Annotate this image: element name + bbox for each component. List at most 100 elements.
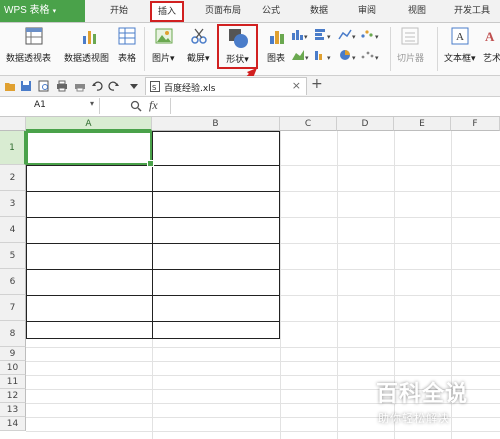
formula-input[interactable] [170, 98, 500, 114]
screenshot-button[interactable] [186, 27, 212, 48]
ribbon-separator [437, 27, 438, 71]
print-setup-icon[interactable] [74, 80, 86, 92]
tab-data[interactable]: 数据 [302, 0, 336, 22]
file-tab-name: 百度经验.xls [164, 84, 216, 94]
column-header-a[interactable]: A [26, 117, 152, 131]
shapes-label: 形状▾ [219, 52, 256, 65]
svg-text:▾: ▾ [375, 33, 379, 41]
row-header-6[interactable]: 6 [0, 269, 26, 295]
row-header-9[interactable]: 9 [0, 347, 26, 361]
svg-text:▾: ▾ [327, 33, 331, 41]
row-header-1[interactable]: 1 [0, 131, 26, 165]
table-border [27, 321, 279, 322]
column-header-f[interactable]: F [451, 117, 500, 131]
close-tab-icon[interactable]: × [292, 79, 301, 92]
svg-text:▾: ▾ [352, 33, 356, 41]
customize-dropdown-icon[interactable] [128, 80, 140, 92]
tab-review[interactable]: 审阅 [350, 0, 384, 22]
area-chart-icon: ▾ [292, 50, 309, 62]
row-header-2[interactable]: 2 [0, 165, 26, 191]
pivot-table-label: 数据透视表 [6, 54, 52, 64]
row-header-11[interactable]: 11 [0, 375, 26, 389]
shapes-label-text: 形状 [226, 55, 245, 65]
pivot-table-button[interactable] [6, 27, 62, 48]
row-header-13[interactable]: 13 [0, 403, 26, 417]
fill-handle[interactable] [147, 160, 154, 167]
row-header-12[interactable]: 12 [0, 389, 26, 403]
picture-button[interactable] [153, 27, 175, 48]
row-header-7[interactable]: 7 [0, 295, 26, 321]
chart-button[interactable] [266, 27, 288, 48]
slicer-icon [401, 27, 419, 45]
tab-page-layout[interactable]: 页面布局 [194, 0, 252, 22]
column-header-c[interactable]: C [280, 117, 337, 131]
ribbon-separator [390, 27, 391, 71]
column-header-b[interactable]: B [152, 117, 280, 131]
tab-insert[interactable]: 插入 [150, 1, 184, 22]
textbox-icon: A [451, 27, 469, 45]
textbox-label-text: 文本框 [444, 54, 472, 64]
svg-text:A: A [456, 31, 464, 43]
watermark: 百科全说 助你轻松解决 [366, 370, 500, 439]
select-all-corner[interactable] [0, 117, 26, 131]
new-tab-icon[interactable]: + [311, 76, 323, 92]
open-folder-icon[interactable] [4, 80, 16, 92]
table-button[interactable] [117, 27, 137, 48]
row-header-14[interactable]: 14 [0, 417, 26, 431]
table-label: 表格 [118, 54, 137, 64]
row-header-4[interactable]: 4 [0, 217, 26, 243]
slicer-button[interactable] [399, 27, 421, 48]
table-border [27, 191, 279, 192]
cell-reference: A1 [34, 100, 46, 110]
screenshot-label: 截屏▾ [187, 51, 210, 64]
name-box[interactable]: A1 ▾ [0, 98, 100, 114]
textbox-button[interactable]: A [449, 27, 471, 48]
app-menu-button[interactable]: WPS 表格 ▾ [0, 0, 85, 22]
svg-text:S: S [152, 84, 157, 92]
print-icon[interactable] [56, 80, 68, 92]
art-text-button[interactable]: A [484, 27, 500, 48]
screenshot-label-text: 截屏 [187, 54, 206, 64]
gridline [337, 131, 338, 439]
svg-text:▾: ▾ [375, 54, 379, 62]
tab-home[interactable]: 开始 [102, 0, 136, 22]
table-icon [118, 27, 136, 45]
table-border [27, 269, 279, 270]
column-header-d[interactable]: D [337, 117, 394, 131]
save-icon[interactable] [20, 80, 32, 92]
bar-chart-icon: ▾ [315, 29, 331, 41]
svg-text:▾: ▾ [304, 33, 308, 41]
gridline [26, 361, 500, 362]
row-header-8[interactable]: 8 [0, 321, 26, 347]
pivot-table-icon [25, 27, 43, 45]
redo-icon[interactable] [108, 80, 120, 92]
function-icon[interactable]: fx [149, 98, 158, 113]
line-chart-icon: ▾ [338, 29, 356, 41]
tab-developer[interactable]: 开发工具 [444, 0, 500, 22]
print-preview-icon[interactable] [38, 80, 50, 92]
caret-down-icon: ▾ [471, 54, 476, 64]
art-text-label: 艺术 [483, 54, 500, 64]
spreadsheet-file-icon: S [150, 81, 160, 92]
file-tab[interactable]: S 百度经验.xls × [145, 77, 307, 95]
active-cell-a1[interactable] [26, 131, 154, 167]
menu-tab-bar: WPS 表格 ▾ 开始 插入 页面布局 公式 数据 审阅 视图 开发工具 [0, 0, 500, 23]
zoom-search-icon[interactable] [130, 100, 142, 112]
undo-icon[interactable] [91, 80, 103, 92]
row-header-10[interactable]: 10 [0, 361, 26, 375]
ribbon-separator [144, 27, 145, 71]
pie-chart-icon: ▾ [340, 50, 356, 62]
row-header-3[interactable]: 3 [0, 191, 26, 217]
row-header-5[interactable]: 5 [0, 243, 26, 269]
table-border [27, 243, 279, 244]
svg-text:▾: ▾ [352, 54, 356, 62]
svg-text:▾: ▾ [305, 54, 309, 62]
pivot-chart-label: 数据透视图 [64, 54, 110, 64]
slicer-label: 切片器 [397, 54, 425, 64]
tab-formulas[interactable]: 公式 [254, 0, 288, 22]
other-chart-icon: ▾ [361, 51, 379, 62]
column-header-e[interactable]: E [394, 117, 451, 131]
tab-view[interactable]: 视图 [400, 0, 434, 22]
pivot-chart-button[interactable] [66, 27, 114, 48]
shapes-button[interactable]: 形状▾ [217, 24, 258, 69]
